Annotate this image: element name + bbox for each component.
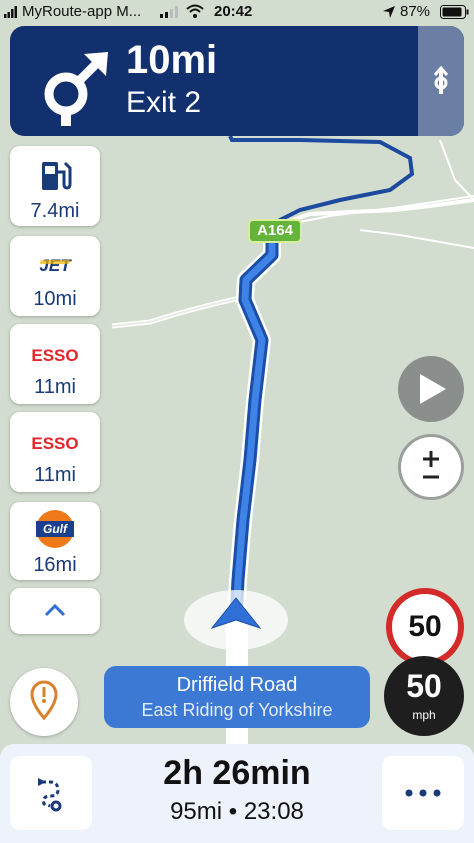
poi-card-esso[interactable]: ESSO 11mi <box>10 412 100 492</box>
poi-card-jet[interactable]: JET 10mi <box>10 236 100 316</box>
resume-button[interactable] <box>398 356 464 422</box>
cellular-icon <box>160 6 178 18</box>
esso-brand-logo: ESSO <box>31 434 79 453</box>
poi-collapse-button[interactable] <box>10 588 100 634</box>
clock-label: 20:42 <box>214 3 253 20</box>
zoom-button[interactable] <box>398 434 464 500</box>
poi-card-fuel[interactable]: 7.4mi <box>10 146 100 226</box>
trip-duration: 2h 26min <box>163 754 311 792</box>
poi-distance: 11mi <box>34 464 76 486</box>
current-speed-unit: mph <box>412 708 436 722</box>
signal-icon <box>4 6 17 18</box>
wifi-icon <box>186 4 204 18</box>
fuel-pump-icon <box>42 161 72 190</box>
zoom-plus-minus-icon <box>423 451 439 479</box>
poi-distance: 7.4mi <box>30 200 80 222</box>
current-street-name: Driffield Road <box>176 674 298 696</box>
poi-card-gulf[interactable]: Gulf 16mi <box>10 502 100 580</box>
speed-limit-value: 50 <box>408 610 442 643</box>
maneuver-instruction: Exit 2 <box>126 86 202 119</box>
roundabout-exit-icon <box>44 52 108 126</box>
poi-distance: 10mi <box>33 288 77 310</box>
speed-limit-sign: 50 <box>386 588 464 666</box>
jet-brand-logo: JET <box>39 256 71 275</box>
current-speed-value: 50 <box>406 668 442 704</box>
report-alert-icon <box>30 680 58 720</box>
maneuver-distance: 10mi <box>126 38 218 82</box>
jet-logo-swoosh <box>39 260 71 264</box>
poi-distance: 16mi <box>33 554 77 576</box>
location-arrow-icon <box>383 6 395 18</box>
poi-distance: 11mi <box>34 376 76 398</box>
play-icon <box>420 374 446 404</box>
vehicle-position-icon <box>210 597 262 630</box>
lane-toggle-icon <box>433 66 449 94</box>
current-street-banner: Driffield Road East Riding of Yorkshire <box>104 666 370 728</box>
carrier-label: MyRoute-app M... <box>22 3 142 20</box>
road-number-badge: A164 <box>248 219 302 243</box>
gulf-brand-logo: Gulf <box>36 510 74 548</box>
status-bar: MyRoute-app M... 20:42 87% <box>0 0 474 24</box>
current-street-region: East Riding of Yorkshire <box>141 700 333 720</box>
gulf-logo-text: Gulf <box>43 522 67 536</box>
report-button[interactable] <box>10 668 78 736</box>
battery-percent-label: 87% <box>400 3 431 20</box>
trip-distance-arrival: 95mi • 23:08 <box>170 798 304 825</box>
poi-card-esso[interactable]: ESSO 11mi <box>10 324 100 404</box>
battery-icon <box>440 5 469 19</box>
road-number-label: A164 <box>257 222 293 239</box>
current-speed-display: 50 mph <box>384 656 464 736</box>
esso-brand-logo: ESSO <box>31 346 79 365</box>
lane-toggle-button[interactable] <box>418 26 464 136</box>
chevron-up-icon <box>44 603 66 617</box>
maneuver-banner[interactable]: 10mi Exit 2 <box>10 26 464 136</box>
gulf-logo-band: Gulf <box>36 521 74 537</box>
